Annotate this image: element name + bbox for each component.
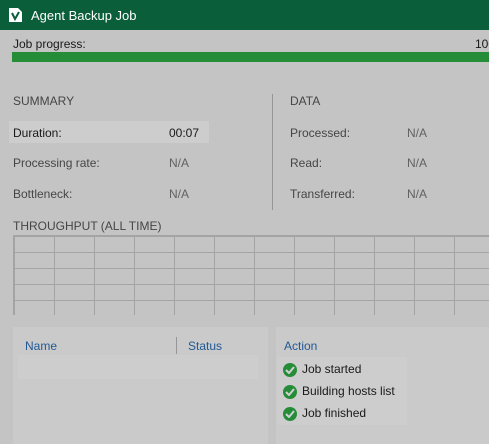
duration-label: Duration:: [13, 126, 62, 140]
data-heading: DATA: [290, 94, 321, 108]
processing-rate-label: Processing rate:: [13, 156, 100, 170]
bottleneck-label: Bottleneck:: [13, 187, 73, 201]
object-row[interactable]: [18, 355, 258, 379]
title-bar: Agent Backup Job: [0, 0, 489, 30]
summary-divider: [272, 94, 273, 210]
duration-value: 00:07: [169, 126, 200, 140]
column-divider: [176, 337, 177, 354]
job-progress-percent: 100%: [475, 37, 489, 51]
action-column-header[interactable]: Action: [284, 339, 317, 353]
throughput-heading: THROUGHPUT (ALL TIME): [13, 219, 162, 233]
action-text: Job started: [302, 362, 362, 376]
name-column-header[interactable]: Name: [25, 339, 57, 353]
action-text: Job finished: [302, 406, 367, 420]
processing-rate-value: N/A: [169, 156, 190, 170]
read-value: N/A: [407, 156, 428, 170]
bottleneck-value: N/A: [169, 187, 190, 201]
status-column-header[interactable]: Status: [188, 339, 222, 353]
job-progress-fill: [12, 52, 489, 62]
throughput-chart-grid: [13, 235, 489, 315]
success-check-icon: [283, 385, 297, 399]
success-check-icon: [283, 407, 297, 421]
transferred-label: Transferred:: [290, 187, 355, 201]
summary-heading: SUMMARY: [13, 94, 75, 108]
processed-label: Processed:: [290, 126, 351, 140]
processed-value: N/A: [407, 126, 428, 140]
job-progress-label: Job progress:: [13, 37, 86, 51]
transferred-value: N/A: [407, 187, 428, 201]
read-label: Read:: [290, 156, 323, 170]
success-check-icon: [283, 363, 297, 377]
action-text: Building hosts list: [302, 384, 395, 398]
job-progress-bar: [12, 52, 489, 62]
window-title: Agent Backup Job: [31, 8, 137, 23]
veeam-agent-icon: [9, 8, 22, 22]
